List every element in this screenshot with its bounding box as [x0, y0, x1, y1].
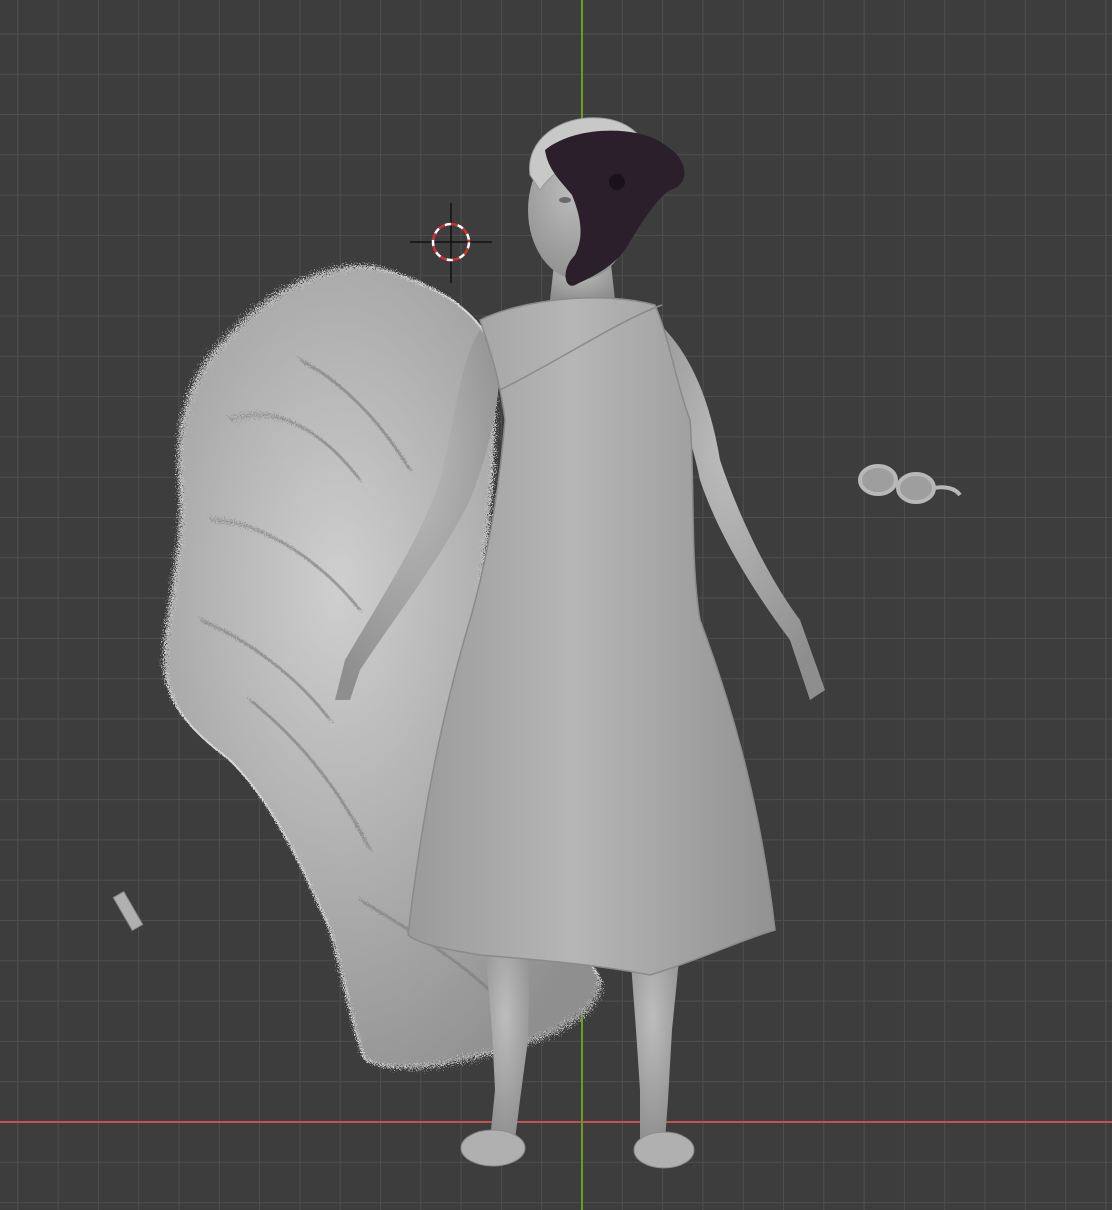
left-shoe — [460, 1129, 526, 1167]
3d-viewport[interactable] — [0, 0, 1112, 1210]
viewport-canvas[interactable] — [0, 0, 1112, 1210]
face-eye — [559, 197, 571, 203]
right-leg — [630, 950, 680, 1140]
right-shoe — [633, 1131, 695, 1169]
mask-eye — [609, 174, 625, 190]
crosshair-icon[interactable] — [410, 203, 492, 283]
